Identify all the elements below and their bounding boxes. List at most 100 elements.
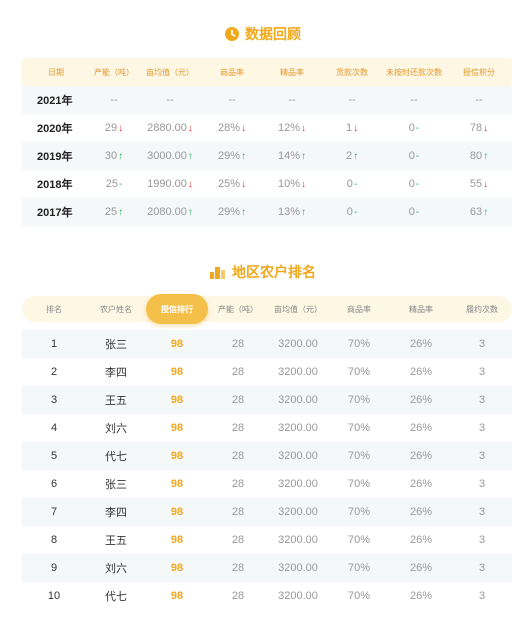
- arrow-down-icon: ↓: [187, 123, 193, 134]
- dash-icon: -: [415, 151, 420, 162]
- review-value: --: [410, 94, 418, 106]
- review-header-cell: 精品率: [280, 67, 304, 77]
- review-header-cell: 商品率: [220, 67, 244, 77]
- review-value: 28%: [217, 122, 241, 134]
- avg-value: 3200.00: [278, 478, 318, 490]
- farmer-name: 刘六: [105, 423, 127, 435]
- review-value: 29%: [217, 206, 241, 218]
- arrow-up-icon: ↑: [241, 207, 247, 218]
- review-header-cell: 授信积分: [463, 67, 495, 77]
- ranking-row[interactable]: 3 王五 98 28 3200.00 70% 26% 3: [22, 386, 512, 414]
- ranking-row[interactable]: 2 李四 98 28 3200.00 70% 26% 3: [22, 358, 512, 386]
- review-value: 29%: [217, 150, 241, 162]
- review-value: 0: [408, 178, 415, 190]
- review-value: 0: [408, 150, 415, 162]
- review-year: 2017年: [37, 207, 73, 219]
- commodity-rate: 70%: [347, 506, 371, 518]
- review-cell: 28%↓: [202, 122, 262, 134]
- ranking-header-cell: 农户姓名: [100, 304, 132, 314]
- review-row: 2021年 -- -- -- -- -- -- --: [22, 86, 512, 114]
- fulfillment-count: 3: [478, 506, 486, 518]
- arrow-up-icon: ↑: [187, 151, 193, 162]
- premium-rate: 26%: [409, 366, 433, 378]
- commodity-rate: 70%: [347, 478, 371, 490]
- review-value: 25%: [217, 178, 241, 190]
- commodity-rate: 70%: [347, 534, 371, 546]
- ranking-header-cell: 产能（吨）: [218, 304, 258, 314]
- farmer-name: 李四: [105, 367, 127, 379]
- review-cell: 14%↑: [262, 150, 322, 162]
- review-value: 0: [346, 178, 353, 190]
- ranking-row[interactable]: 7 李四 98 28 3200.00 70% 26% 3: [22, 498, 512, 526]
- sort-credit-rank-tab[interactable]: 授信排行: [146, 304, 208, 315]
- review-year: 2019年: [37, 151, 73, 163]
- review-value: --: [166, 94, 174, 106]
- premium-rate: 26%: [409, 422, 433, 434]
- arrow-up-icon: ↑: [187, 207, 193, 218]
- arrow-down-icon: ↓: [301, 179, 307, 190]
- ranking-row[interactable]: 4 刘六 98 28 3200.00 70% 26% 3: [22, 414, 512, 442]
- dash-icon: -: [415, 207, 420, 218]
- review-header-cell: 日期: [48, 67, 64, 77]
- review-year: 2021年: [37, 95, 73, 107]
- dash-icon: -: [118, 179, 123, 190]
- rank-number: 7: [50, 506, 58, 518]
- credit-score: 98: [170, 422, 184, 434]
- review-value: 12%: [277, 122, 301, 134]
- ranking-row[interactable]: 6 张三 98 28 3200.00 70% 26% 3: [22, 470, 512, 498]
- fulfillment-count: 3: [478, 450, 486, 462]
- ranking-header-cell: 亩均值（元）: [274, 304, 322, 314]
- commodity-rate: 70%: [347, 450, 371, 462]
- ranking-row[interactable]: 8 王五 98 28 3200.00 70% 26% 3: [22, 526, 512, 554]
- ranking-row[interactable]: 5 代七 98 28 3200.00 70% 26% 3: [22, 442, 512, 470]
- review-value: 1: [345, 122, 353, 134]
- review-cell: 25%↓: [202, 178, 262, 190]
- avg-value: 3200.00: [278, 450, 318, 462]
- review-cell: 0-: [322, 206, 382, 218]
- data-review-title-text: 数据回顾: [245, 26, 301, 42]
- premium-rate: 26%: [409, 506, 433, 518]
- ranking-row[interactable]: 10 代七 98 28 3200.00 70% 26% 3: [22, 582, 512, 610]
- fulfillment-count: 3: [478, 422, 486, 434]
- review-cell: --: [322, 94, 382, 106]
- review-cell: --: [138, 94, 202, 106]
- review-cell: --: [382, 94, 446, 106]
- ranking-row[interactable]: 1 张三 98 28 3200.00 70% 26% 3: [22, 330, 512, 358]
- review-cell: 0-: [382, 122, 446, 134]
- review-value: 29: [104, 122, 118, 134]
- credit-score: 98: [170, 394, 184, 406]
- credit-score: 98: [170, 590, 184, 602]
- commodity-rate: 70%: [347, 366, 371, 378]
- avg-value: 3200.00: [278, 534, 318, 546]
- credit-score: 98: [170, 338, 184, 350]
- capacity: 28: [231, 506, 245, 518]
- review-cell: 0-: [382, 206, 446, 218]
- review-cell: 63↑: [446, 206, 512, 218]
- review-cell: 0-: [322, 178, 382, 190]
- farmer-name: 刘六: [105, 563, 127, 575]
- capacity: 28: [231, 422, 245, 434]
- arrow-down-icon: ↓: [353, 123, 359, 134]
- premium-rate: 26%: [409, 338, 433, 350]
- arrow-up-icon: ↑: [353, 151, 359, 162]
- data-review-title: 数据回顾: [0, 24, 526, 44]
- commodity-rate: 70%: [347, 394, 371, 406]
- review-value: 3000.00: [147, 150, 187, 162]
- farmer-name: 张三: [105, 479, 127, 491]
- review-value: --: [228, 94, 236, 106]
- avg-value: 3200.00: [278, 506, 318, 518]
- arrow-up-icon: ↑: [483, 151, 489, 162]
- farmer-name: 张三: [105, 339, 127, 351]
- review-cell: --: [262, 94, 322, 106]
- ranking-row[interactable]: 9 刘六 98 28 3200.00 70% 26% 3: [22, 554, 512, 582]
- fulfillment-count: 3: [478, 338, 486, 350]
- commodity-rate: 70%: [347, 562, 371, 574]
- premium-rate: 26%: [409, 534, 433, 546]
- review-year: 2020年: [37, 123, 73, 135]
- review-value: 78: [469, 122, 483, 134]
- review-cell: 12%↓: [262, 122, 322, 134]
- ranking-header: 排名 农户姓名 授信排行 产能（吨） 亩均值（元） 商品率 精品率 履约次数: [22, 294, 512, 324]
- review-cell: --: [446, 94, 512, 106]
- farmer-name: 王五: [105, 395, 127, 407]
- review-value: 0: [408, 206, 415, 218]
